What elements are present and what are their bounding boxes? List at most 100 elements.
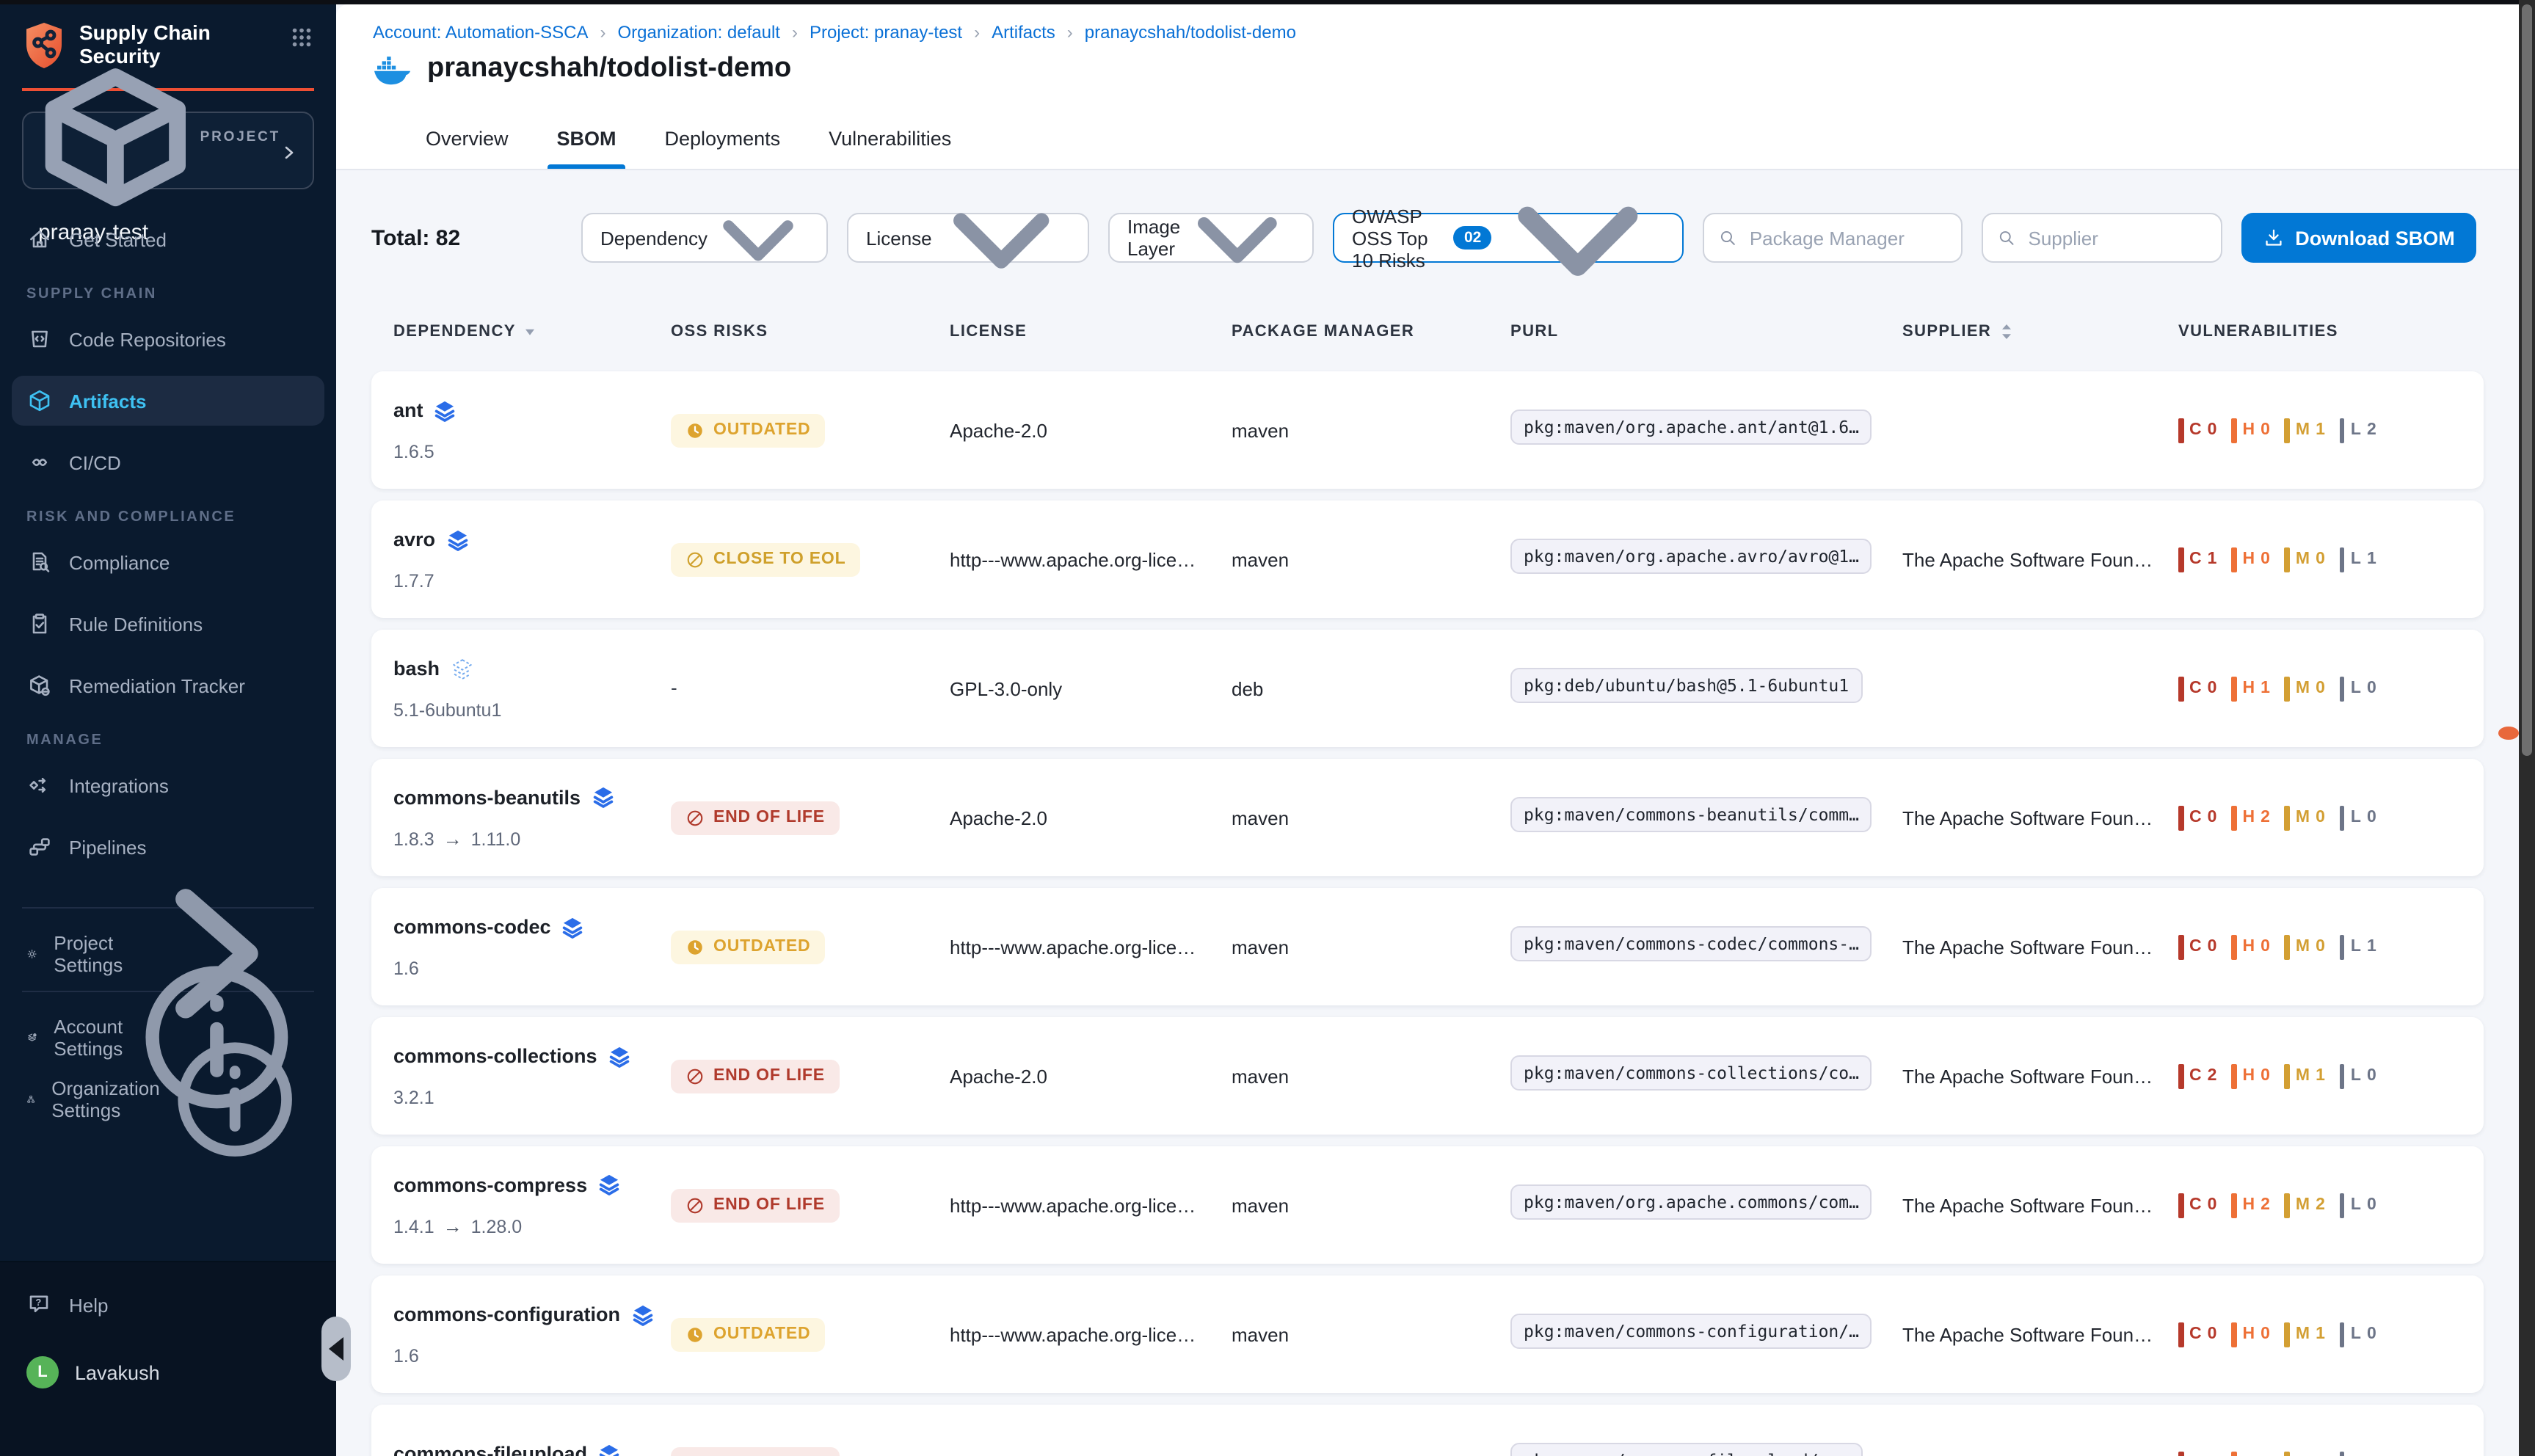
dropdown-label: Image Layer <box>1127 216 1180 260</box>
scrollbar-thumb[interactable] <box>2522 4 2532 756</box>
severity-medium-bar-icon <box>2285 805 2290 830</box>
tab-vulnerabilities[interactable]: Vulnerabilities <box>824 107 956 169</box>
column-header-label: VULNERABILITIES <box>2178 323 2338 341</box>
severity-low-bar-icon <box>2340 676 2345 701</box>
tab-sbom[interactable]: SBOM <box>553 107 621 169</box>
filter-dependency-dropdown[interactable]: Dependency <box>581 213 828 263</box>
table-row[interactable]: commons-compress1.4.1→1.28.0END OF LIFEh… <box>371 1146 2484 1264</box>
purl-pill[interactable]: pkg:maven/commons-codec/commons-… <box>1510 925 1872 961</box>
layers-solid-icon <box>597 1442 621 1456</box>
column-header-vulnerabilities[interactable]: VULNERABILITIES <box>2178 323 2484 341</box>
table-row[interactable]: ant1.6.5OUTDATEDApache-2.0mavenpkg:maven… <box>371 371 2484 489</box>
filter-image-layer-dropdown[interactable]: Image Layer <box>1108 213 1314 263</box>
severity-medium-count: M0 <box>2285 1451 2325 1456</box>
sidebar-item-code-repositories[interactable]: Code Repositories <box>12 314 324 364</box>
module-switcher-grid-icon[interactable] <box>289 25 314 50</box>
severity-low-count: L2 <box>2340 418 2376 443</box>
breadcrumb-link[interactable]: Account: Automation-SSCA <box>373 22 589 43</box>
sidebar-item-artifacts[interactable]: Artifacts <box>12 376 324 426</box>
filter-owasp-oss-top-10-risks-dropdown[interactable]: OWASP OSS Top 10 Risks02 <box>1333 213 1684 263</box>
sidebar-footer: ? Help L Lavakush <box>0 1261 336 1456</box>
severity-number: 0 <box>2208 1196 2217 1214</box>
breadcrumb-link[interactable]: Project: pranay-test <box>810 22 962 43</box>
purl-pill[interactable]: pkg:maven/commons-collections/co… <box>1510 1055 1872 1090</box>
purl-pill[interactable]: pkg:maven/commons-configuration/… <box>1510 1313 1872 1348</box>
table-row[interactable]: commons-configuration1.6OUTDATEDhttp---w… <box>371 1275 2484 1393</box>
sidebar-item-integrations[interactable]: Integrations <box>12 760 324 810</box>
sidebar-item-label: Get Started <box>69 228 167 250</box>
column-header-license[interactable]: LICENSE <box>950 323 1232 341</box>
table-row[interactable]: commons-codec1.6OUTDATEDhttp---www.apach… <box>371 888 2484 1005</box>
sidebar-item-remediation-tracker[interactable]: Remediation Tracker <box>12 660 324 710</box>
purl-cell: pkg:maven/org.apache.commons/com… <box>1510 1184 1902 1226</box>
severity-low-count: L1 <box>2340 547 2376 572</box>
sidebar-item-rule-definitions[interactable]: Rule Definitions <box>12 599 324 649</box>
total-count: Total: 82 <box>371 225 581 250</box>
severity-critical-count: C1 <box>2178 547 2216 572</box>
severity-letter: M <box>2296 680 2310 697</box>
purl-pill[interactable]: pkg:maven/commons-beanutils/comm… <box>1510 796 1872 831</box>
risk-badge-end_of_life: END OF LIFE <box>671 1446 840 1456</box>
supplier-input[interactable] <box>2026 225 2207 250</box>
nav-section-label: SUPPLY CHAIN <box>26 286 336 302</box>
column-header-oss-risks[interactable]: OSS RISKS <box>671 323 950 341</box>
dependency-name-text: commons-collections <box>393 1045 597 1067</box>
license-cell: Apache-2.0 <box>950 1065 1208 1087</box>
breadcrumb-link[interactable]: pranaycshah/todolist-demo <box>1085 22 1296 43</box>
package-manager-search[interactable] <box>1703 213 1963 263</box>
severity-number: 1 <box>2367 550 2376 568</box>
sidebar-item-help[interactable]: ? Help <box>12 1280 324 1330</box>
dependency-name-text: commons-codec <box>393 916 551 938</box>
package-manager-input[interactable] <box>1747 225 1946 250</box>
sidebar-item-ci-cd[interactable]: CI/CD <box>12 437 324 487</box>
project-selector[interactable]: PROJECT pranay-test <box>22 112 314 189</box>
purl-pill[interactable]: pkg:deb/ubuntu/bash@5.1-6ubuntu1 <box>1510 667 1862 702</box>
filter-license-dropdown[interactable]: License <box>847 213 1089 263</box>
sidebar-item-compliance[interactable]: Compliance <box>12 537 324 587</box>
breadcrumb-link[interactable]: Artifacts <box>992 22 1055 43</box>
oss-risk-cell: OUTDATED <box>671 413 950 447</box>
table-row[interactable]: avro1.7.7CLOSE TO EOLhttp---www.apache.o… <box>371 500 2484 618</box>
artifact-title-row: pranaycshah/todolist-demo <box>373 53 791 85</box>
severity-number: 0 <box>2208 809 2217 826</box>
severity-letter: M <box>2296 938 2310 956</box>
sort-descending-icon[interactable] <box>523 324 538 339</box>
layers-solid-icon <box>630 1303 654 1326</box>
purl-pill[interactable]: pkg:maven/org.apache.avro/avro@1… <box>1510 538 1872 573</box>
tab-deployments[interactable]: Deployments <box>661 107 785 169</box>
breadcrumb-link[interactable]: Organization: default <box>618 22 781 43</box>
column-header-package-manager[interactable]: PACKAGE MANAGER <box>1232 323 1510 341</box>
tab-overview[interactable]: Overview <box>421 107 513 169</box>
sort-toggle-icon[interactable] <box>1998 321 2013 342</box>
purl-pill[interactable]: pkg:maven/org.apache.commons/com… <box>1510 1184 1872 1219</box>
table-row[interactable]: commons-fileuploadEND OF LIFEApache-2.0m… <box>371 1405 2484 1456</box>
severity-letter: H <box>2242 1067 2255 1085</box>
download-sbom-button[interactable]: Download SBOM <box>2241 213 2476 263</box>
column-header-supplier[interactable]: SUPPLIER <box>1902 321 2178 342</box>
infinity-icon <box>26 449 53 476</box>
column-header-dependency[interactable]: DEPENDENCY <box>393 323 671 341</box>
slash-icon <box>685 808 705 827</box>
user-menu[interactable]: L Lavakush <box>12 1347 324 1397</box>
severity-high-bar-icon <box>2231 676 2236 701</box>
column-header-purl[interactable]: PURL <box>1510 323 1902 341</box>
supplier-search[interactable] <box>1982 213 2222 263</box>
table-row[interactable]: commons-collections3.2.1END OF LIFEApach… <box>371 1017 2484 1135</box>
table-row[interactable]: commons-beanutils1.8.3→1.11.0END OF LIFE… <box>371 759 2484 876</box>
sidebar-item-organization-settings[interactable]: Organization Settings <box>12 1074 324 1124</box>
dependency-name: commons-beanutils <box>393 785 671 809</box>
scrollbar-track[interactable] <box>2519 0 2535 1456</box>
slash-icon <box>685 1066 705 1085</box>
purl-pill[interactable]: pkg:maven/commons-fileupload/co… <box>1510 1442 1862 1456</box>
severity-high-bar-icon <box>2231 1322 2236 1347</box>
sidebar-collapse-handle[interactable] <box>321 1317 351 1381</box>
severity-number: 0 <box>2367 680 2376 697</box>
table-row[interactable]: bash5.1-6ubuntu1-GPL-3.0-onlydebpkg:deb/… <box>371 630 2484 747</box>
purl-pill[interactable]: pkg:maven/org.apache.ant/ant@1.6… <box>1510 409 1872 444</box>
severity-high-count: H2 <box>2231 805 2269 830</box>
severity-low-count: L0 <box>2340 676 2376 701</box>
risk-badge-label: END OF LIFE <box>713 1196 825 1214</box>
severity-letter: L <box>2351 421 2361 439</box>
layers-solid-icon <box>561 915 585 939</box>
vulnerability-counts: C0H0M1L2 <box>2178 418 2484 443</box>
